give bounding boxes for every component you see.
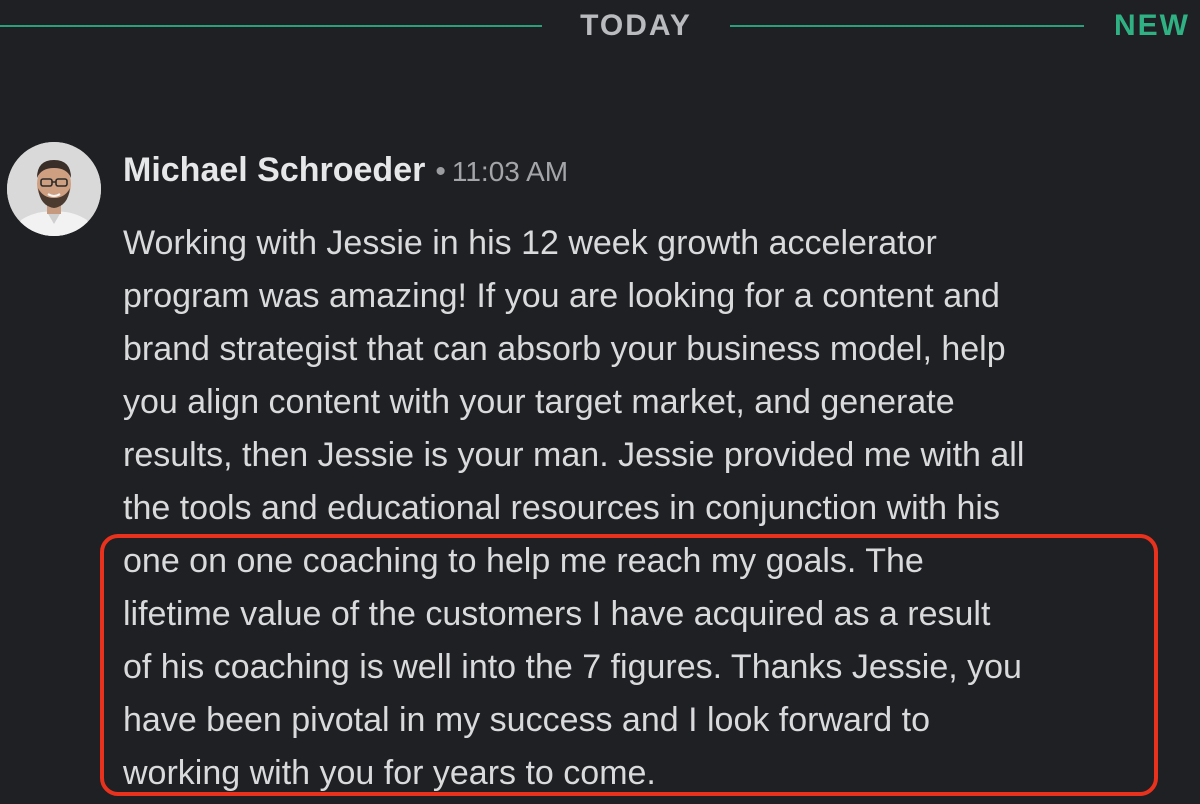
person-avatar-icon bbox=[7, 142, 101, 236]
message-line: of his coaching is well into the 7 figur… bbox=[123, 648, 1022, 686]
divider-line-right bbox=[730, 25, 1084, 27]
author-name[interactable]: Michael Schroeder bbox=[123, 148, 425, 192]
message-line: working with you for years to come. bbox=[123, 754, 656, 792]
message-line: program was amazing! If you are looking … bbox=[123, 277, 1000, 315]
message-line: brand strategist that can absorb your bu… bbox=[123, 330, 1006, 368]
message-line: you align content with your target marke… bbox=[123, 383, 955, 421]
new-messages-label: NEW bbox=[1114, 9, 1190, 42]
message-line: Working with Jessie in his 12 week growt… bbox=[123, 224, 937, 262]
message-line: the tools and educational resources in c… bbox=[123, 489, 1000, 527]
date-divider-label: TODAY bbox=[580, 9, 692, 42]
message-timestamp[interactable]: 11:03 AM bbox=[452, 150, 568, 194]
chat-screen: TODAY NEW Michael Schroeder • 11:03 AM W… bbox=[0, 0, 1200, 804]
message-line: lifetime value of the customers I have a… bbox=[123, 595, 991, 633]
header-separator: • bbox=[435, 155, 446, 188]
message-line: results, then Jessie is your man. Jessie… bbox=[123, 436, 1025, 474]
author-avatar[interactable] bbox=[7, 142, 101, 236]
message-body: Working with Jessie in his 12 week growt… bbox=[123, 217, 1173, 800]
divider-line-left bbox=[0, 25, 542, 27]
message-line: one on one coaching to help me reach my … bbox=[123, 542, 924, 580]
date-divider: TODAY NEW bbox=[0, 0, 1200, 52]
message-header: Michael Schroeder • 11:03 AM bbox=[123, 148, 568, 192]
message-line: have been pivotal in my success and I lo… bbox=[123, 701, 930, 739]
